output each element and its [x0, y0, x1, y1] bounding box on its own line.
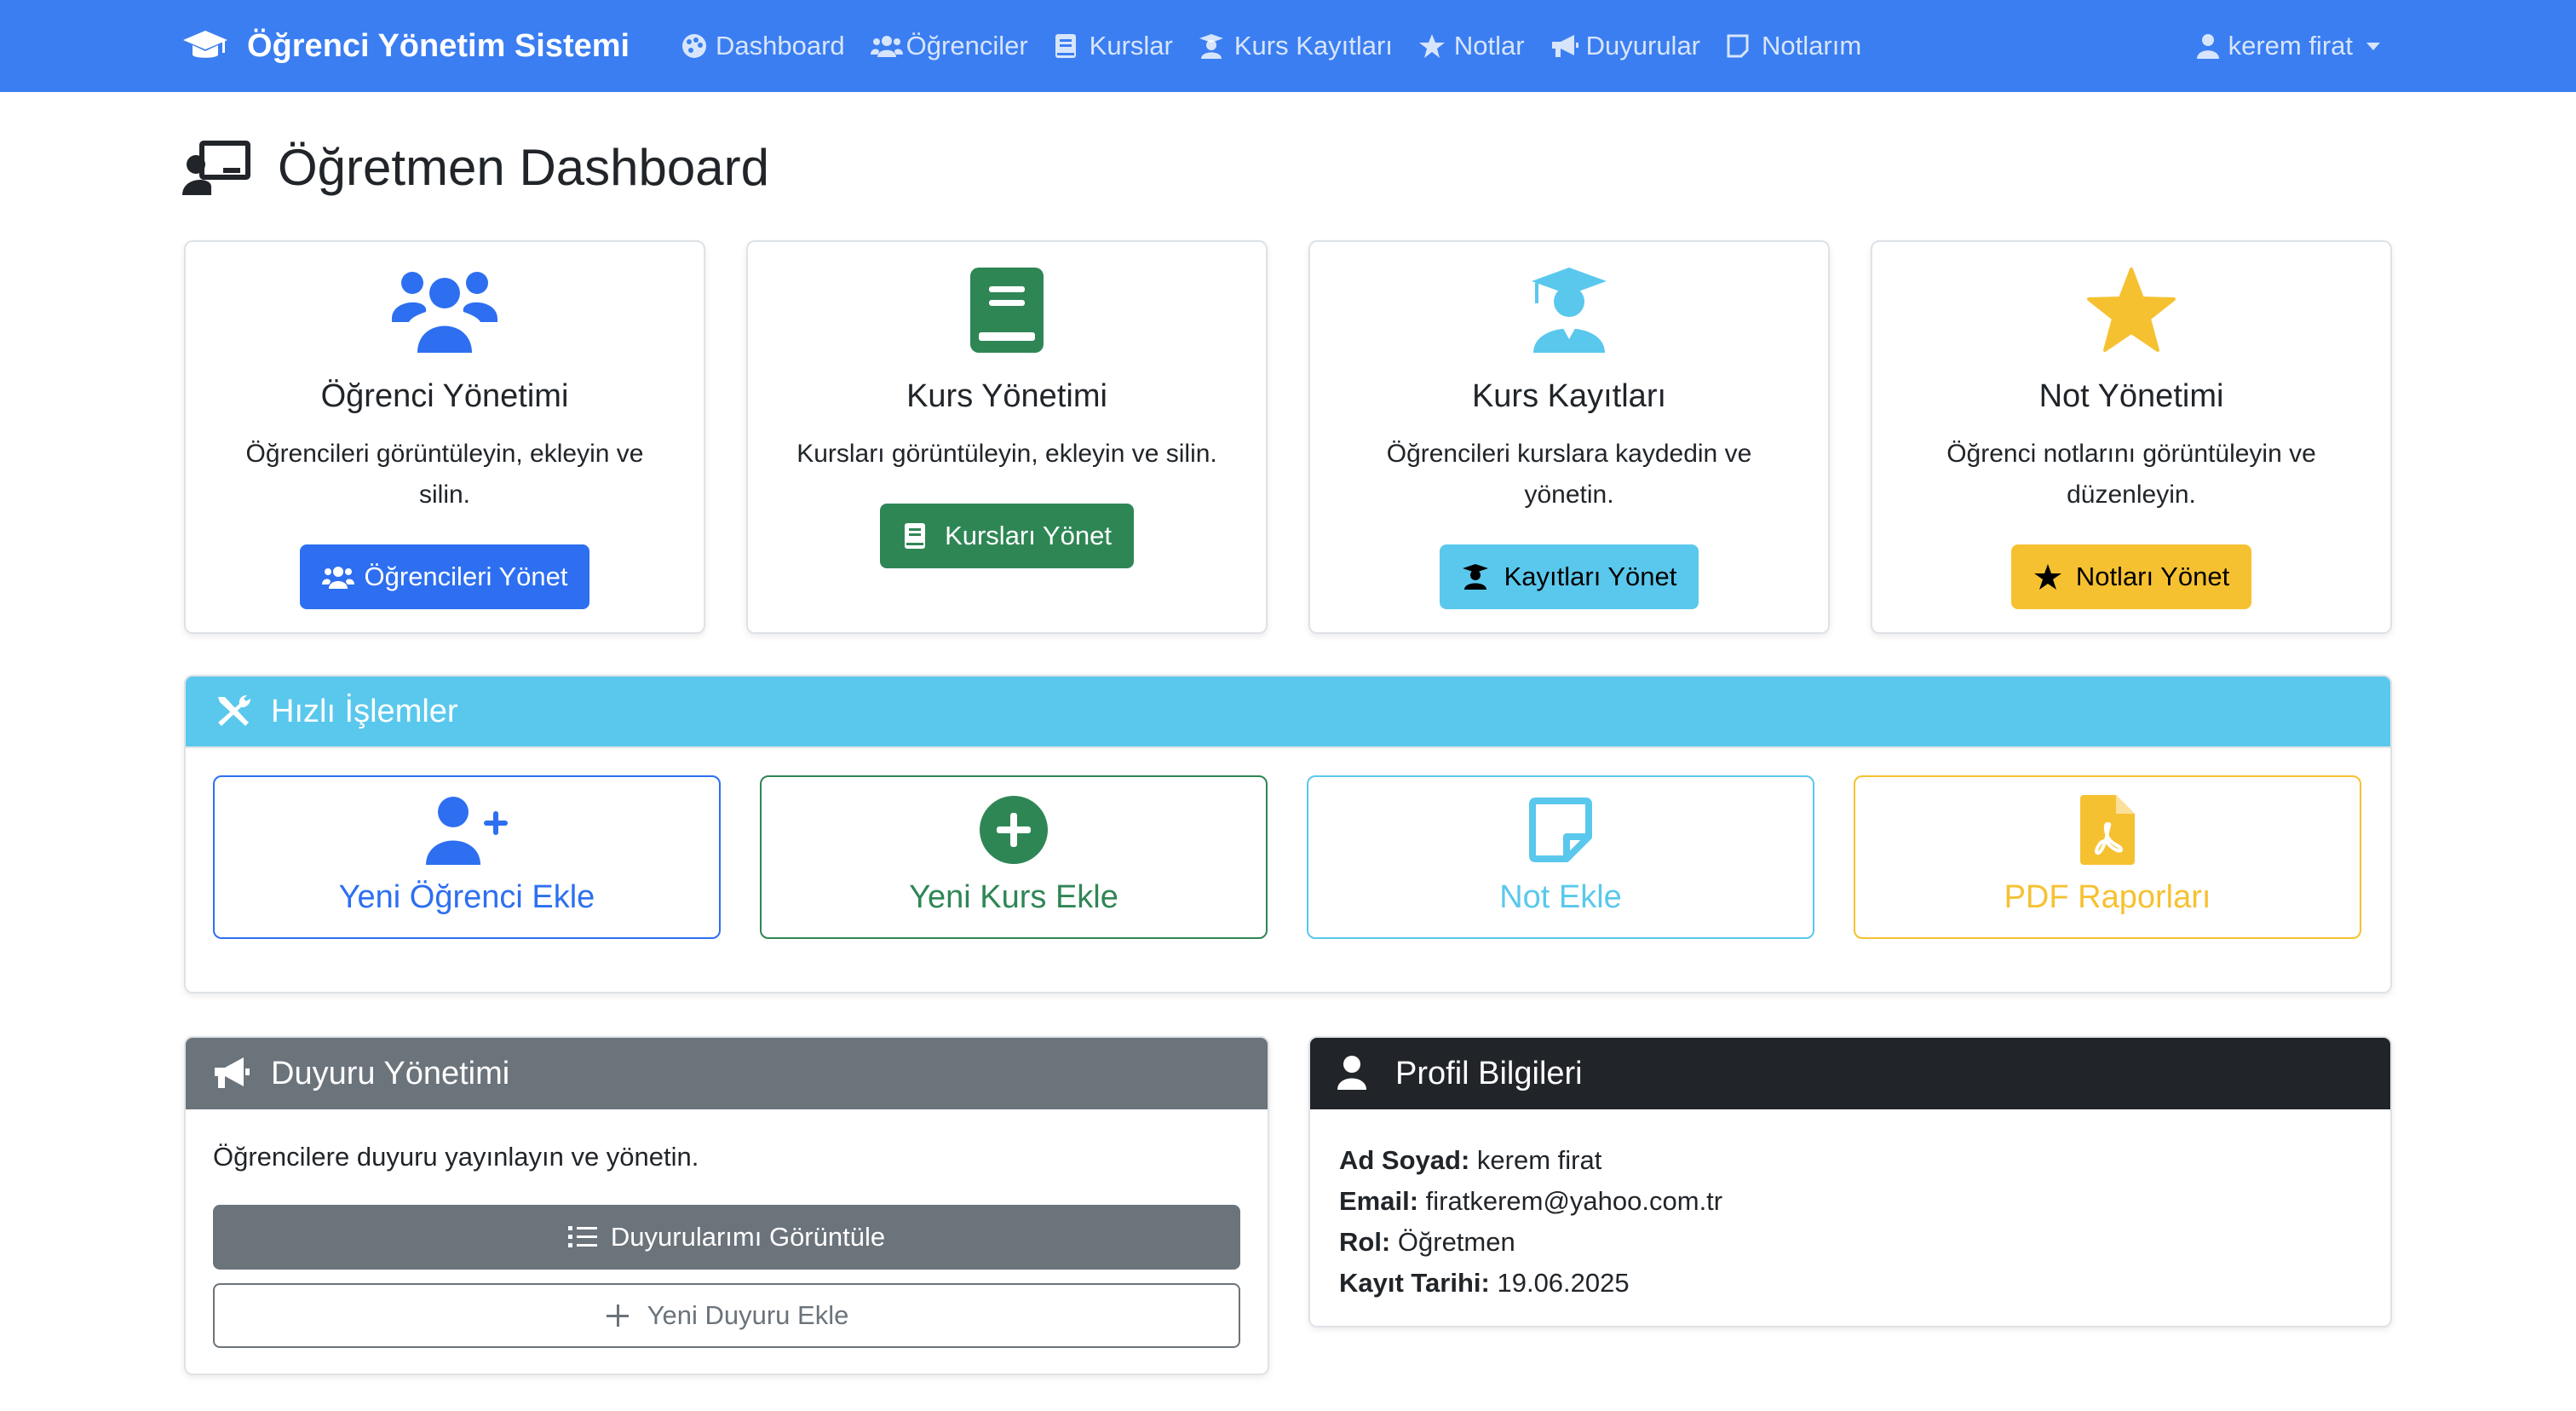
- teacher-icon: [182, 139, 252, 195]
- card-title: Kurs Yönetimi: [906, 378, 1107, 414]
- profile-title: Profil Bilgileri: [1395, 1055, 1583, 1091]
- quick-action-label: PDF Raporları: [2004, 879, 2211, 915]
- not-ekle-button[interactable]: Not Ekle: [1307, 775, 1814, 939]
- ogrencileri-yonet-button[interactable]: Öğrencileri Yönet: [299, 544, 590, 609]
- user-dropdown[interactable]: kerem firat: [2196, 0, 2380, 92]
- nav-label: Kurs Kayıtları: [1233, 31, 1393, 60]
- megaphone-icon: [1550, 33, 1579, 59]
- nav-item-notlarim[interactable]: Notlarım: [1726, 31, 1861, 61]
- nav-item-notlar[interactable]: Notlar: [1418, 31, 1525, 61]
- card-ogrenci-yonetimi: Öğrenci Yönetimi Öğrencileri görüntüleyi…: [184, 240, 705, 634]
- card-description: Öğrenci notlarını görüntüleyin ve düzenl…: [1946, 440, 2316, 509]
- user-icon: [2196, 33, 2220, 59]
- nav-label: Notlar: [1453, 31, 1525, 60]
- yeni-duyuru-ekle-button[interactable]: Yeni Duyuru Ekle: [213, 1283, 1240, 1348]
- profile-field-role: Rol: Öğretmen: [1339, 1227, 1515, 1257]
- book-icon: [952, 268, 1062, 353]
- user-name: kerem firat: [2228, 31, 2353, 60]
- card-title: Not Yönetimi: [2038, 378, 2224, 414]
- quick-action-label: Not Ekle: [1499, 879, 1622, 915]
- note-icon: [1726, 33, 1755, 59]
- profile-field-email: Email: firatkerem@yahoo.com.tr: [1339, 1186, 1723, 1216]
- button-label: Kayıtları Yönet: [1504, 562, 1677, 591]
- duyuru-description: Öğrencilere duyuru yayınlayın ve yönetin…: [213, 1142, 699, 1172]
- nav-item-kurs-kayitlari[interactable]: Kurs Kayıtları: [1199, 31, 1393, 61]
- quick-actions-title: Hızlı İşlemler: [271, 693, 458, 729]
- profil-bilgileri-card: Profil Bilgileri Ad Soyad: kerem firat E…: [1308, 1036, 2392, 1327]
- button-label: Kursları Yönet: [945, 521, 1112, 550]
- star-icon: [2033, 563, 2066, 590]
- quick-action-label: Yeni Kurs Ekle: [909, 879, 1118, 915]
- nav-label: Duyurular: [1585, 31, 1701, 60]
- nav-label: Kurslar: [1089, 31, 1173, 60]
- card-kurs-kayitlari: Kurs Kayıtları Öğrencileri kurslara kayd…: [1308, 240, 1830, 634]
- page-title-text: Öğretmen Dashboard: [278, 138, 769, 196]
- users-icon: [389, 268, 500, 353]
- chevron-down-icon: [2366, 42, 2380, 50]
- kayitlari-yonet-button[interactable]: Kayıtları Yönet: [1439, 544, 1699, 609]
- sticky-note-icon: [1518, 789, 1603, 871]
- button-label: Öğrencileri Yönet: [364, 562, 568, 591]
- star-icon: [1418, 33, 1447, 59]
- profile-field-name: Ad Soyad: kerem firat: [1339, 1145, 1602, 1175]
- card-description: Kursları görüntüleyin, ekleyin ve silin.: [796, 440, 1217, 468]
- nav-menu: Dashboard Öğrenciler Kurslar Kurs Kayıtl…: [680, 0, 1887, 92]
- button-label: Duyurularımı Görüntüle: [610, 1222, 886, 1252]
- yeni-ogrenci-ekle-button[interactable]: Yeni Öğrenci Ekle: [213, 775, 721, 939]
- yeni-kurs-ekle-button[interactable]: Yeni Kurs Ekle: [760, 775, 1268, 939]
- nav-item-kurslar[interactable]: Kurslar: [1054, 31, 1173, 61]
- top-navbar: Öğrenci Yönetim Sistemi Dashboard Öğrenc…: [0, 0, 2576, 92]
- nav-item-dashboard[interactable]: Dashboard: [680, 31, 845, 61]
- brand-title: Öğrenci Yönetim Sistemi: [247, 27, 630, 64]
- nav-label: Notlarım: [1762, 31, 1862, 60]
- nav-label: Öğrenciler: [906, 31, 1028, 60]
- page-title: Öğretmen Dashboard: [182, 133, 769, 201]
- profile-field-registration-date: Kayıt Tarihi: 19.06.2025: [1339, 1268, 1630, 1298]
- kurslari-yonet-button[interactable]: Kursları Yönet: [880, 504, 1134, 568]
- card-title: Öğrenci Yönetimi: [320, 378, 569, 414]
- card-not-yonetimi: Not Yönetimi Öğrenci notlarını görüntüle…: [1871, 240, 2392, 634]
- book-icon: [1054, 33, 1083, 59]
- palette-icon: [680, 33, 709, 59]
- button-label: Yeni Duyuru Ekle: [647, 1300, 849, 1330]
- book-icon: [902, 522, 934, 550]
- card-description: Öğrencileri görüntüleyin, ekleyin ve sil…: [245, 440, 644, 509]
- nav-item-ogrenciler[interactable]: Öğrenciler: [870, 31, 1028, 61]
- users-icon: [321, 563, 354, 590]
- plus-icon: [605, 1303, 635, 1328]
- button-label: Notları Yönet: [2075, 562, 2230, 591]
- graduate-icon: [1462, 563, 1494, 590]
- megaphone-icon: [213, 1056, 252, 1091]
- card-description: Öğrencileri kurslara kaydedin ve yönetin…: [1386, 440, 1752, 509]
- card-title: Kurs Kayıtları: [1471, 378, 1667, 414]
- user-plus-icon: [424, 789, 509, 871]
- duyuru-header: Duyuru Yönetimi: [186, 1038, 1268, 1109]
- users-icon: [870, 33, 903, 59]
- duyurularimi-goruntule-button[interactable]: Duyurularımı Görüntüle: [213, 1205, 1240, 1270]
- card-kurs-yonetimi: Kurs Yönetimi Kursları görüntüleyin, ekl…: [746, 240, 1268, 634]
- notlari-yonet-button[interactable]: Notları Yönet: [2010, 544, 2252, 609]
- plus-circle-icon: [971, 789, 1056, 871]
- duyuru-title: Duyuru Yönetimi: [271, 1055, 510, 1091]
- graduation-cap-icon: [182, 29, 228, 63]
- nav-item-duyurular[interactable]: Duyurular: [1550, 31, 1700, 61]
- tools-icon: [213, 694, 252, 729]
- pdf-raporlari-button[interactable]: PDF Raporları: [1854, 775, 2361, 939]
- graduate-icon: [1199, 33, 1228, 59]
- duyuru-yonetimi-card: Duyuru Yönetimi Öğrencilere duyuru yayın…: [184, 1036, 1269, 1375]
- nav-label: Dashboard: [716, 31, 845, 60]
- user-icon: [1337, 1056, 1377, 1091]
- list-icon: [567, 1224, 599, 1250]
- quick-actions-card: Hızlı İşlemler Yeni Öğrenci Ekle Yeni Ku…: [184, 675, 2392, 993]
- star-icon: [2076, 268, 2187, 353]
- quick-actions-header: Hızlı İşlemler: [186, 677, 2390, 748]
- profile-details: Ad Soyad: kerem firat Email: firatkerem@…: [1310, 1109, 2390, 1304]
- profile-header: Profil Bilgileri: [1310, 1038, 2390, 1109]
- brand-link[interactable]: Öğrenci Yönetim Sistemi: [182, 0, 630, 92]
- graduate-icon: [1514, 268, 1624, 353]
- quick-action-label: Yeni Öğrenci Ekle: [338, 879, 595, 915]
- file-pdf-icon: [2065, 789, 2150, 871]
